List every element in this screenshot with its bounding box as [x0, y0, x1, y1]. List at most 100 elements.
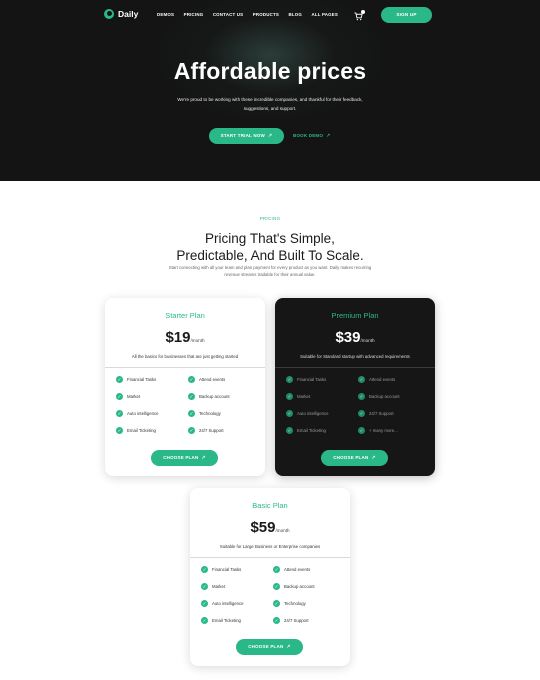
nav-link-demos[interactable]: DEMOS — [157, 12, 174, 17]
book-demo-link[interactable]: BOOK DEMO ↗ — [293, 128, 330, 144]
feature-item: ✓ Market — [286, 393, 310, 400]
check-icon: ✓ — [358, 393, 365, 400]
check-icon: ✓ — [116, 376, 123, 383]
check-icon: ✓ — [273, 583, 280, 590]
feature-label: Financial Tasks — [127, 377, 157, 382]
arrow-up-right-icon: ↗ — [286, 644, 291, 650]
nav-links: DEMOS PRICING CONTACT US PRODUCTS BLOG A… — [157, 12, 348, 17]
check-icon: ✓ — [273, 617, 280, 624]
nav-link-products[interactable]: PRODUCTS — [253, 12, 279, 17]
pricing-eyebrow: PRICING — [259, 216, 281, 221]
check-icon: ✓ — [116, 393, 123, 400]
brand-name: Daily — [118, 9, 139, 19]
feature-label: Market — [297, 394, 311, 399]
check-icon: ✓ — [358, 410, 365, 417]
check-icon: ✓ — [116, 410, 123, 417]
feature-label: Financial Tasks — [212, 567, 242, 572]
feature-label: 24/7 Support — [369, 411, 394, 416]
feature-item: ✓ Financial Tasks — [286, 376, 326, 383]
feature-label: Backup account — [199, 394, 230, 399]
pricing-subtitle: Start connecting with all your team and … — [168, 265, 372, 277]
feature-item: ✓ Technology — [188, 410, 221, 417]
choose-plan-button[interactable]: CHOOSE PLAN ↗ — [236, 639, 303, 655]
check-icon: ✓ — [201, 600, 208, 607]
signup-button[interactable]: SIGN UP — [381, 7, 432, 23]
price-period: /month — [360, 338, 375, 343]
feature-item: ✓ 24/7 Support — [273, 617, 309, 624]
cart-icon[interactable] — [354, 10, 366, 21]
plan-name: Premium Plan — [331, 311, 379, 320]
start-trial-label: START TRIAL NOW — [220, 133, 265, 138]
arrow-up-right-icon: ↗ — [267, 133, 273, 139]
check-icon: ✓ — [358, 427, 365, 434]
check-icon: ✓ — [116, 427, 123, 434]
check-icon: ✓ — [358, 376, 365, 383]
check-icon: ✓ — [201, 617, 208, 624]
plan-price: $19 — [165, 329, 191, 346]
nav-link-contact[interactable]: CONTACT US — [213, 12, 243, 17]
feature-label: Auto intelligence — [212, 601, 244, 606]
feature-label: Backup account — [369, 394, 400, 399]
nav-link-blog[interactable]: BLOG — [289, 12, 302, 17]
feature-label: Email Ticketing — [212, 618, 241, 623]
plan-price: $39 — [335, 329, 361, 346]
check-icon: ✓ — [286, 427, 293, 434]
arrow-up-right-icon: ↗ — [201, 455, 206, 461]
feature-label: 24/7 Support — [284, 618, 309, 623]
feature-item: ✓ Financial Tasks — [116, 376, 156, 383]
brand-logo[interactable]: Daily — [104, 9, 138, 19]
pricing-card-basic: Basic Plan $59/month Suitable for Large … — [190, 488, 350, 666]
feature-label: Financial Tasks — [297, 377, 327, 382]
arrow-up-right-icon: ↗ — [371, 455, 376, 461]
feature-item: ✓ Auto intelligence — [286, 410, 329, 417]
check-icon: ✓ — [188, 427, 195, 434]
feature-item: ✓ Auto intelligence — [116, 410, 159, 417]
divider — [275, 367, 435, 368]
feature-item: ✓ Backup account — [358, 393, 400, 400]
feature-item: ✓ Auto intelligence — [201, 600, 244, 607]
price-row: $59/month — [190, 519, 350, 537]
feature-label: Attend events — [199, 377, 226, 382]
pricing-card-premium: Premium Plan $39/month Suitable for Stan… — [275, 298, 435, 476]
start-trial-button[interactable]: START TRIAL NOW ↗ — [209, 128, 284, 144]
feature-item: ✓ Attend events — [273, 566, 310, 573]
feature-label: Email Ticketing — [297, 428, 326, 433]
feature-label: Attend events — [369, 377, 396, 382]
choose-plan-button[interactable]: CHOOSE PLAN ↗ — [151, 450, 218, 466]
feature-item: ✓ Backup account — [273, 583, 315, 590]
nav-link-all-pages[interactable]: ALL PAGES — [312, 12, 339, 17]
feature-item: ✓ Market — [116, 393, 140, 400]
price-row: $19/month — [105, 329, 265, 347]
feature-item: ✓ Email Ticketing — [116, 427, 156, 434]
pricing-card-starter: Starter Plan $19/month All the basics fo… — [105, 298, 265, 476]
cart-badge — [361, 10, 365, 14]
choose-plan-label: CHOOSE PLAN — [248, 644, 284, 649]
top-nav: Daily DEMOS PRICING CONTACT US PRODUCTS … — [0, 0, 540, 32]
feature-item: ✓ Market — [201, 583, 225, 590]
plan-name: Basic Plan — [252, 501, 288, 510]
feature-label: Technology — [199, 411, 221, 416]
plan-description: Suitable for Standard startup with advan… — [300, 354, 410, 359]
feature-item: ✓ 24/7 Support — [188, 427, 224, 434]
check-icon: ✓ — [201, 583, 208, 590]
choose-plan-label: CHOOSE PLAN — [163, 455, 199, 460]
pricing-title: Pricing That's Simple, Predictable, And … — [176, 231, 364, 263]
plan-description: Suitable for Large Business or Enterpris… — [219, 544, 321, 549]
feature-label: Technology — [284, 601, 306, 606]
hero-section: Daily DEMOS PRICING CONTACT US PRODUCTS … — [0, 0, 540, 181]
choose-plan-button[interactable]: CHOOSE PLAN ↗ — [321, 450, 388, 466]
feature-label: Backup account — [284, 584, 315, 589]
check-icon: ✓ — [286, 393, 293, 400]
nav-link-pricing[interactable]: PRICING — [184, 12, 204, 17]
hero-title: Affordable prices — [173, 58, 367, 84]
feature-label: Attend events — [284, 567, 311, 572]
feature-item: ✓ Attend events — [188, 376, 225, 383]
hero-subtitle: We're proud to be working with these inc… — [177, 97, 363, 111]
divider — [190, 557, 350, 558]
feature-label: Auto intelligence — [297, 411, 329, 416]
price-row: $39/month — [275, 329, 435, 347]
feature-item: ✓ + many more... — [358, 427, 398, 434]
arrow-up-right-icon: ↗ — [326, 133, 331, 139]
plan-name: Starter Plan — [165, 311, 205, 320]
price-period: /month — [275, 528, 290, 533]
